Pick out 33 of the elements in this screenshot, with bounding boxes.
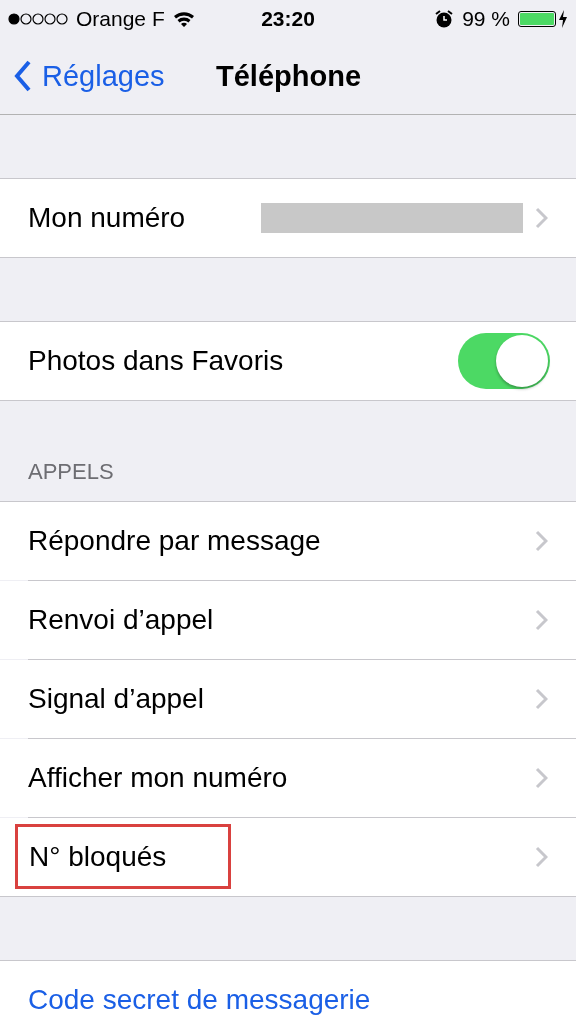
- settings-row[interactable]: Répondre par message: [0, 502, 576, 580]
- action-link[interactable]: Code secret de messagerie: [28, 984, 548, 1016]
- row-label: Renvoi d’appel: [28, 604, 215, 636]
- settings-row[interactable]: Renvoi d’appel: [0, 581, 576, 659]
- charging-bolt-icon: [558, 10, 568, 28]
- row-label: Mon numéro: [28, 202, 187, 234]
- carrier-name: Orange F: [76, 7, 165, 31]
- settings-row[interactable]: Signal d’appel: [0, 660, 576, 738]
- settings-row[interactable]: Afficher mon numéro: [0, 739, 576, 817]
- settings-row[interactable]: Mon numéro: [0, 179, 576, 257]
- chevron-icon: [535, 207, 548, 229]
- chevron-icon: [535, 846, 548, 868]
- settings-row[interactable]: N° bloqués: [0, 818, 576, 896]
- row-label: Répondre par message: [28, 525, 322, 557]
- section-header: APPELS: [28, 459, 114, 484]
- screen-title: Téléphone: [216, 59, 361, 93]
- row-label: Afficher mon numéro: [28, 762, 289, 794]
- battery-percentage: 99 %: [462, 7, 510, 31]
- row-label: Signal d’appel: [28, 683, 205, 715]
- back-button[interactable]: Réglages: [0, 59, 165, 93]
- chevron-icon: [535, 609, 548, 631]
- row-label: Photos dans Favoris: [28, 345, 285, 377]
- clock-time: 23:20: [261, 7, 315, 30]
- row-label: N° bloqués: [29, 841, 167, 872]
- alarm-clock-icon: [434, 9, 455, 29]
- wifi-icon: [172, 11, 195, 27]
- chevron-icon: [535, 688, 548, 710]
- toggle-switch[interactable]: [458, 333, 550, 389]
- back-chevron-icon: [14, 60, 32, 92]
- chevron-icon: [535, 530, 548, 552]
- chevron-icon: [535, 767, 548, 789]
- signal-icon: [8, 12, 68, 26]
- battery-icon: [518, 11, 556, 27]
